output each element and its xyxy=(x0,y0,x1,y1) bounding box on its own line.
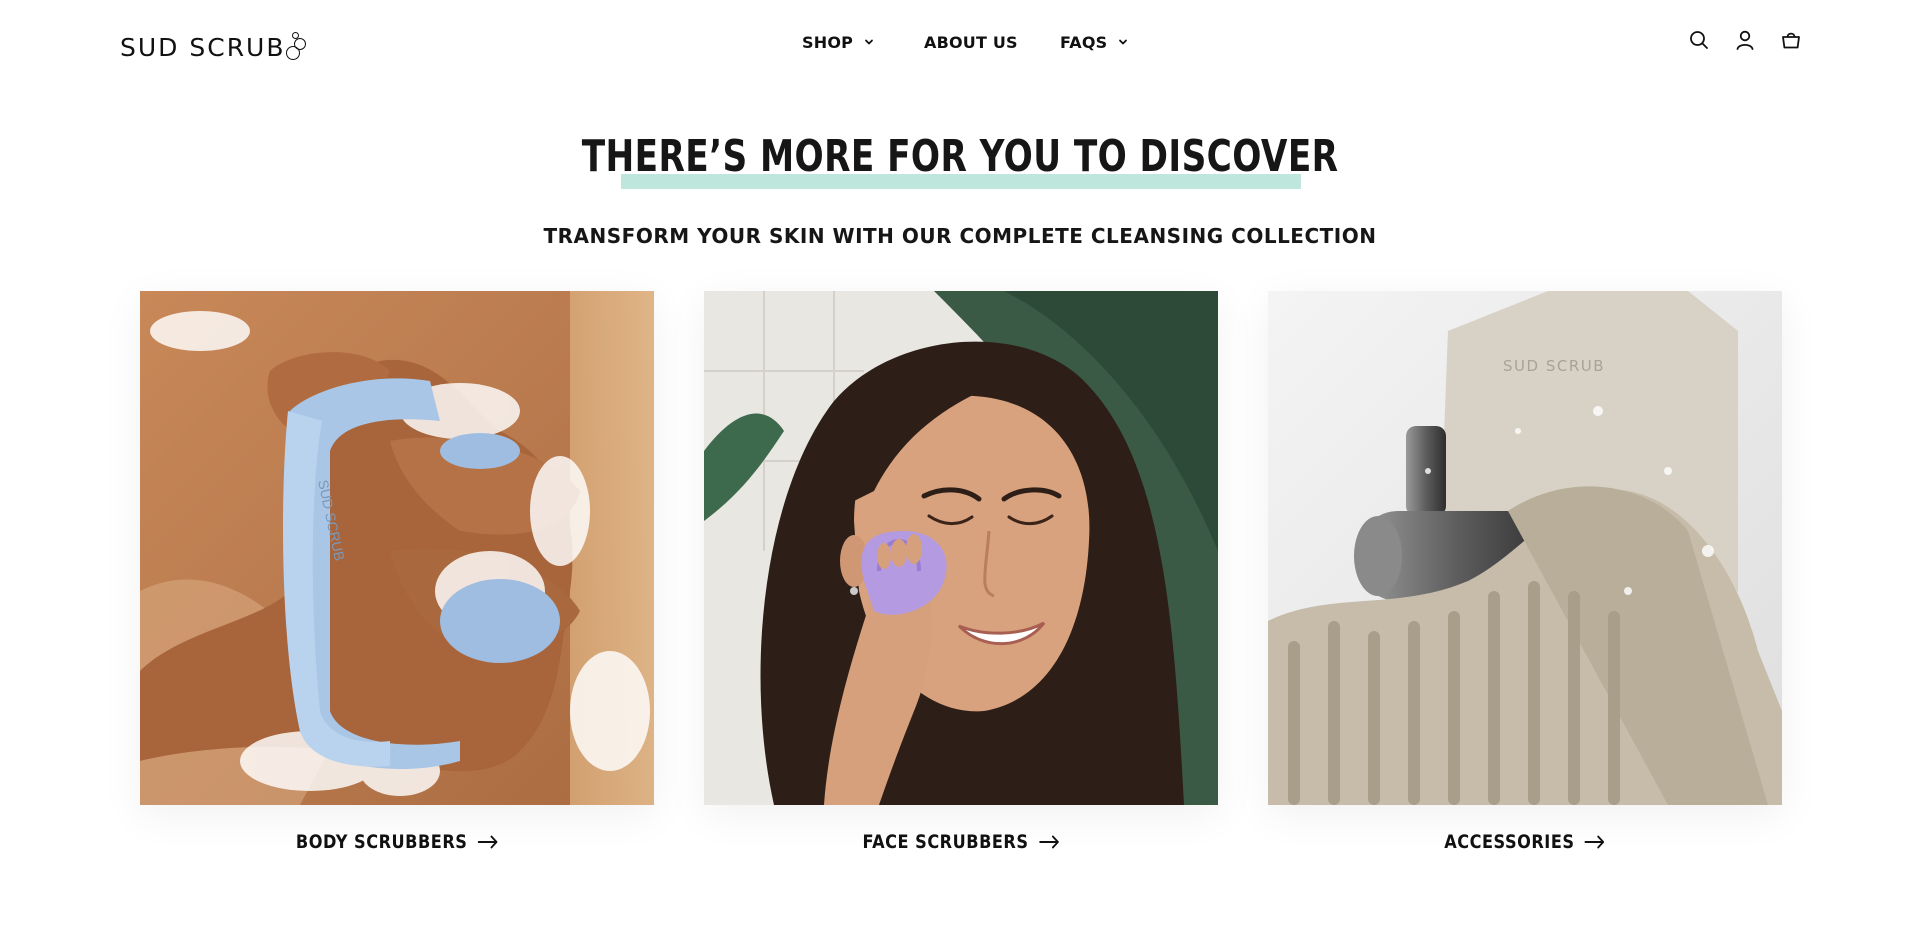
arrow-right-icon xyxy=(1584,835,1605,849)
card-link-face-scrubbers[interactable]: FACE SCRUBBERS xyxy=(704,831,1218,853)
card-link-body-scrubbers[interactable]: BODY SCRUBBERS xyxy=(140,831,654,853)
nav-item-label: ABOUT US xyxy=(924,32,1018,52)
nav-item-label: SHOP xyxy=(802,32,854,52)
search-icon[interactable] xyxy=(1688,29,1710,51)
nav-item-faqs[interactable]: FAQS xyxy=(1060,28,1129,56)
face-scrubber-image[interactable] xyxy=(704,291,1218,805)
chevron-down-icon xyxy=(1119,39,1128,45)
collection-card-accessories[interactable]: SUD SCRUB ACCESSORIES xyxy=(1268,291,1782,869)
card-label: ACCESSORIES xyxy=(1444,831,1575,853)
card-link-accessories[interactable]: ACCESSORIES xyxy=(1268,831,1782,853)
site-header: SUD SCRUB SHOP ABOUT US FAQS xyxy=(0,0,1920,84)
card-label: BODY SCRUBBERS xyxy=(295,831,467,853)
arrow-right-icon xyxy=(477,835,497,849)
main-nav: SHOP ABOUT US FAQS xyxy=(0,28,1920,58)
nav-item-shop[interactable]: SHOP xyxy=(802,28,875,56)
cart-icon[interactable] xyxy=(1780,29,1802,51)
collection-card-face-scrubbers[interactable]: FACE SCRUBBERS xyxy=(704,291,1218,869)
mount-imprint: SUD SCRUB xyxy=(1503,357,1605,375)
section-subtitle: TRANSFORM YOUR SKIN WITH OUR COMPLETE CL… xyxy=(543,224,1377,248)
collection-card-body-scrubbers[interactable]: SUD SCRUB BODY SCRUBBERS xyxy=(140,291,654,869)
header-actions xyxy=(1688,29,1802,51)
nav-item-label: FAQS xyxy=(1060,32,1108,52)
section-title: THERE’S MORE FOR YOU TO DISCOVER xyxy=(581,131,1339,182)
arrow-right-icon xyxy=(1038,835,1059,849)
chevron-down-icon xyxy=(865,39,873,45)
accessories-image[interactable]: SUD SCRUB xyxy=(1268,291,1782,805)
card-label: FACE SCRUBBERS xyxy=(862,831,1029,853)
nav-item-about-us[interactable]: ABOUT US xyxy=(924,28,1018,56)
body-scrubber-image[interactable]: SUD SCRUB xyxy=(140,291,654,805)
section-heading: THERE’S MORE FOR YOU TO DISCOVER xyxy=(0,131,1920,183)
account-icon[interactable] xyxy=(1734,29,1756,51)
